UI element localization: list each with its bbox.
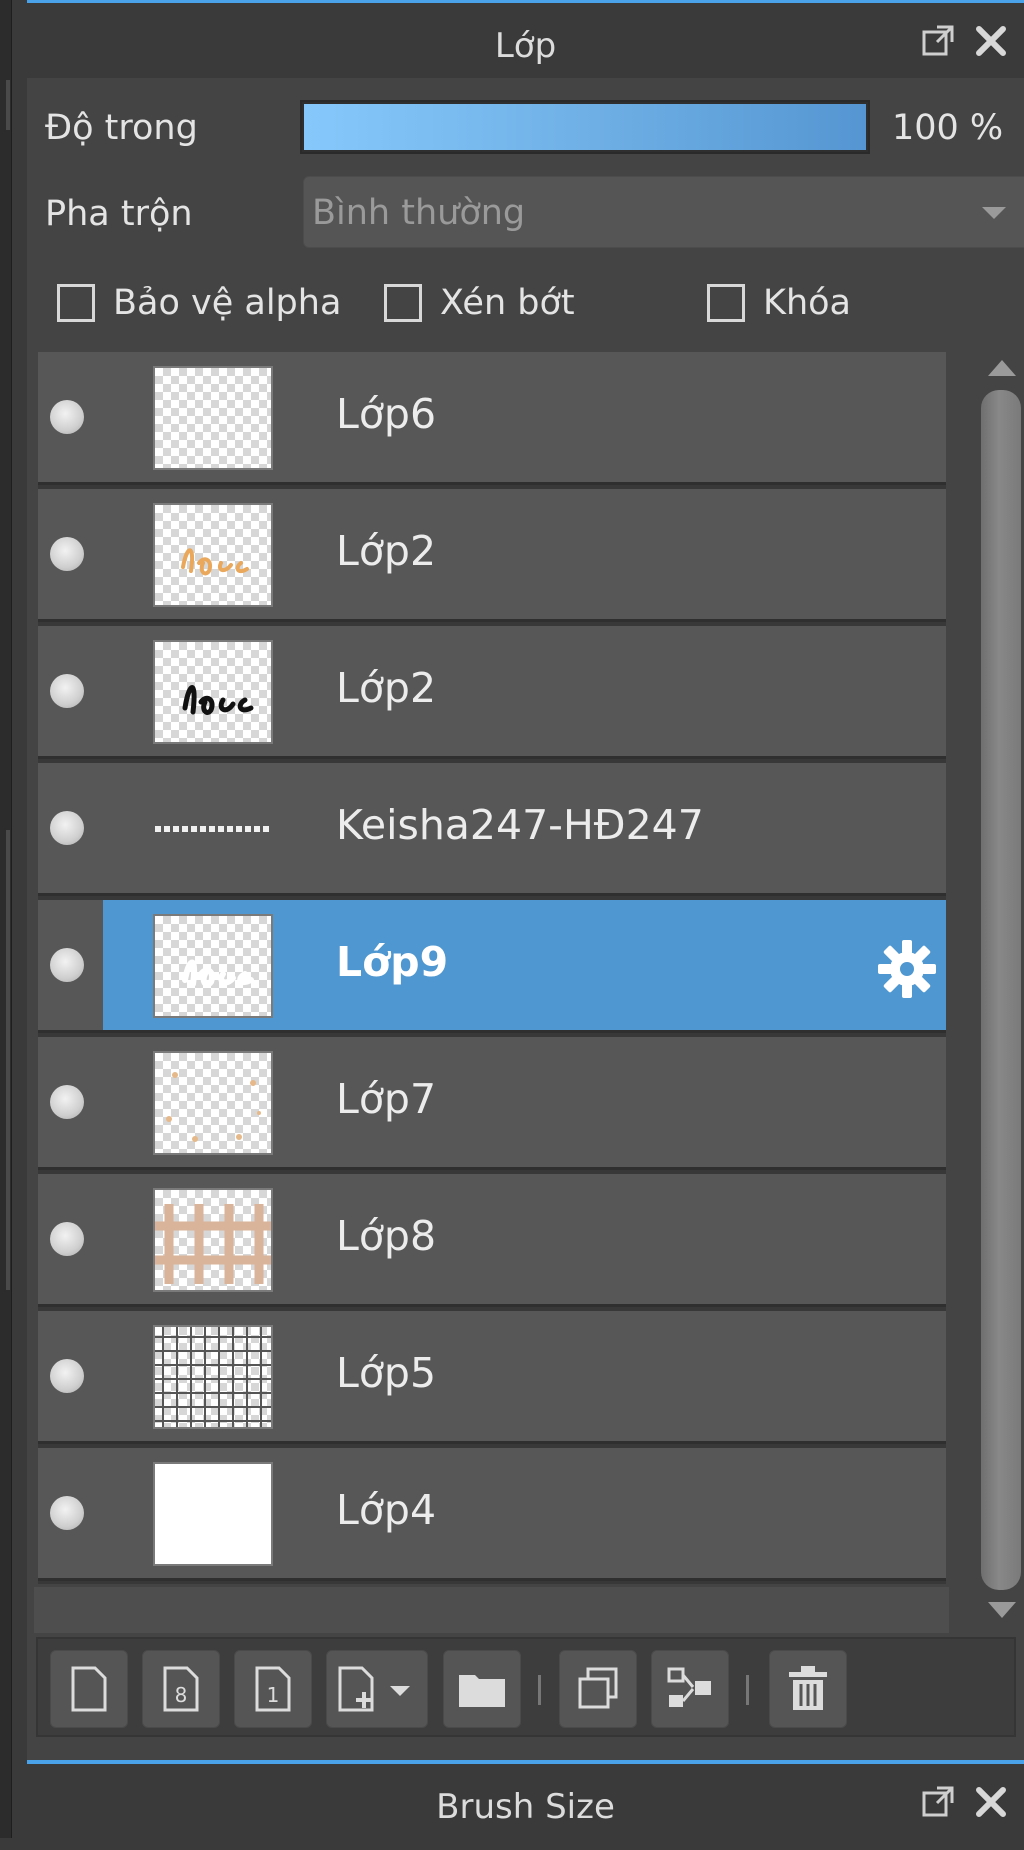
layer-name: Lớp9 <box>336 938 449 986</box>
new-folder-icon <box>459 1675 505 1707</box>
layer-name: Lớp4 <box>336 1486 437 1534</box>
visibility-toggle-icon[interactable] <box>50 948 84 982</box>
visibility-toggle-icon[interactable] <box>50 1496 84 1530</box>
layer-list-scrollbar[interactable] <box>979 352 1024 1632</box>
checkbox-box[interactable] <box>707 284 745 322</box>
delete-layer-icon <box>789 1666 827 1710</box>
layer-row[interactable]: Lớp5 <box>38 1311 946 1444</box>
layer-list: Lớp6 Lớp2 Lớp2 Keisha247-HĐ247 Lớp9 Lớp7… <box>38 352 946 1584</box>
opacity-slider[interactable] <box>300 100 870 154</box>
layer-name: Lớp6 <box>336 390 437 438</box>
dock-edge-mark <box>6 830 10 1290</box>
duplicate-layer-icon <box>578 1667 618 1709</box>
popout-icon[interactable] <box>920 23 956 59</box>
layer-row[interactable]: Lớp7 <box>38 1037 946 1170</box>
checkbox-label: Xén bớt <box>440 283 575 323</box>
layer-row[interactable]: Lớp4 <box>38 1448 946 1581</box>
scroll-up-icon[interactable] <box>988 360 1016 376</box>
panel-titlebar: Lớp <box>27 0 1024 78</box>
clipping-checkbox[interactable]: Xén bớt <box>384 283 575 323</box>
chevron-down-icon <box>982 207 1006 219</box>
brush-size-titlebar: Brush Size <box>27 1760 1024 1838</box>
layer-panel: Lớp Độ trong 100 % Pha trộn Bình thường … <box>27 0 1024 1838</box>
layer-thumbnail <box>153 1325 273 1429</box>
toolbar-divider <box>746 1675 749 1705</box>
opacity-value: 100 % <box>892 108 1004 148</box>
duplicate-layer-button[interactable] <box>559 1650 637 1728</box>
new-1bit-layer-button[interactable]: 1 <box>234 1650 312 1728</box>
scrollbar-thumb[interactable] <box>981 390 1021 1590</box>
layer-row[interactable]: Lớp8 <box>38 1174 946 1307</box>
visibility-toggle-icon[interactable] <box>50 1222 84 1256</box>
layer-name: Lớp8 <box>336 1212 437 1260</box>
visibility-toggle-icon[interactable] <box>50 811 84 845</box>
blend-label: Pha trộn <box>45 194 193 234</box>
visibility-toggle-icon[interactable] <box>50 674 84 708</box>
dock-edge <box>0 0 12 1838</box>
layer-thumbnail <box>153 1462 273 1566</box>
checkbox-box[interactable] <box>384 284 422 322</box>
visibility-toggle-icon[interactable] <box>50 400 84 434</box>
new-layer-icon <box>71 1666 107 1712</box>
checkbox-label: Bảo vệ alpha <box>113 283 342 323</box>
alpha-protect-checkbox[interactable]: Bảo vệ alpha <box>57 283 341 323</box>
delete-layer-button[interactable] <box>769 1650 847 1728</box>
layer-name: Lớp2 <box>336 527 437 575</box>
merge-down-icon <box>667 1667 711 1707</box>
layer-name: Lớp5 <box>336 1349 437 1397</box>
add-layer-dropdown-icon <box>338 1666 410 1712</box>
new-layer-button[interactable] <box>50 1650 128 1728</box>
layer-name: Lớp2 <box>336 664 437 712</box>
layer-row[interactable]: Lớp2 <box>38 489 946 622</box>
close-icon[interactable] <box>973 23 1009 59</box>
layer-thumbnail <box>153 914 273 1018</box>
opacity-label: Độ trong <box>45 108 198 148</box>
visibility-toggle-icon[interactable] <box>50 1359 84 1393</box>
scroll-down-icon[interactable] <box>988 1602 1016 1618</box>
layer-name: Lớp7 <box>336 1075 437 1123</box>
svg-text:8: 8 <box>175 1683 188 1707</box>
visibility-toggle-icon[interactable] <box>50 537 84 571</box>
layer-row[interactable]: Keisha247-HĐ247 <box>38 763 946 896</box>
layer-thumbnail <box>153 1051 273 1155</box>
dock-edge-mark <box>6 80 10 130</box>
merge-down-button[interactable] <box>651 1650 729 1728</box>
layer-row-selected[interactable]: Lớp9 <box>38 900 946 1033</box>
layer-thumbnail <box>153 1188 273 1292</box>
close-icon[interactable] <box>973 1784 1009 1820</box>
layer-thumbnail <box>153 503 273 607</box>
layer-list-footer <box>34 1587 949 1633</box>
layer-row[interactable]: Lớp2 <box>38 626 946 759</box>
toolbar-divider <box>538 1675 541 1705</box>
new-8bit-layer-icon: 8 <box>163 1666 199 1712</box>
checkbox-box[interactable] <box>57 284 95 322</box>
blend-mode-value: Bình thường <box>312 193 526 233</box>
opacity-slider-fill <box>304 104 866 150</box>
panel-title: Brush Size <box>436 1787 615 1827</box>
blend-mode-select[interactable]: Bình thường <box>303 176 1024 248</box>
layer-toolbar: 8 1 <box>36 1637 1016 1737</box>
visibility-toggle-icon[interactable] <box>50 1085 84 1119</box>
new-8bit-layer-button[interactable]: 8 <box>142 1650 220 1728</box>
lock-checkbox[interactable]: Khóa <box>707 283 851 323</box>
layer-thumbnail <box>153 640 273 744</box>
layer-name: Keisha247-HĐ247 <box>336 801 704 849</box>
layer-thumbnail <box>153 777 273 881</box>
checkbox-label: Khóa <box>763 283 851 323</box>
gear-icon[interactable] <box>876 938 938 1000</box>
layer-thumbnail <box>153 366 273 470</box>
new-folder-button[interactable] <box>443 1650 521 1728</box>
svg-text:1: 1 <box>267 1683 280 1707</box>
add-layer-dropdown-button[interactable] <box>326 1650 428 1728</box>
layer-row[interactable]: Lớp6 <box>38 352 946 485</box>
panel-title: Lớp <box>494 26 557 66</box>
popout-icon[interactable] <box>920 1784 956 1820</box>
new-1bit-layer-icon: 1 <box>255 1666 291 1712</box>
